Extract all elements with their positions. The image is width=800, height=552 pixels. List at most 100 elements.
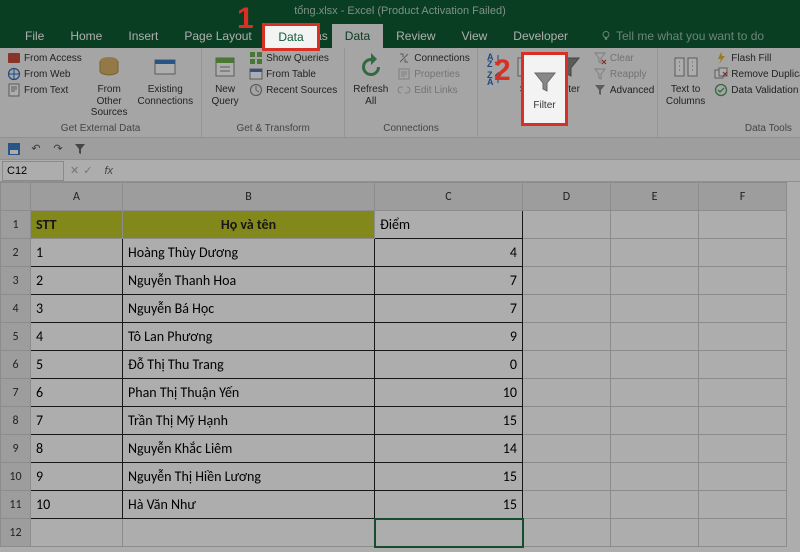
- row-header[interactable]: 2: [1, 239, 31, 267]
- cell[interactable]: Họ và tên: [123, 211, 375, 239]
- cell[interactable]: [611, 463, 699, 491]
- tab-review[interactable]: Review: [383, 24, 448, 48]
- cell[interactable]: Tô Lan Phương: [123, 323, 375, 351]
- tab-view[interactable]: View: [449, 24, 501, 48]
- redo-icon[interactable]: ↷: [50, 141, 66, 157]
- cell[interactable]: [699, 435, 787, 463]
- cell[interactable]: [523, 351, 611, 379]
- row-header[interactable]: 4: [1, 295, 31, 323]
- undo-icon[interactable]: ↶: [28, 141, 44, 157]
- cell[interactable]: 15: [375, 491, 523, 519]
- tab-page-layout[interactable]: Page Layout: [171, 24, 264, 48]
- reapply-button[interactable]: Reapply: [590, 66, 657, 82]
- name-box[interactable]: C12: [2, 161, 64, 181]
- col-header-d[interactable]: D: [523, 183, 611, 211]
- cell[interactable]: STT: [31, 211, 123, 239]
- cell[interactable]: 9: [375, 323, 523, 351]
- cell[interactable]: 7: [31, 407, 123, 435]
- cell[interactable]: [699, 239, 787, 267]
- existing-connections-button[interactable]: Existing Connections: [133, 50, 197, 109]
- cell[interactable]: [699, 407, 787, 435]
- cell[interactable]: 7: [375, 267, 523, 295]
- cell[interactable]: [31, 519, 123, 547]
- cell[interactable]: 15: [375, 463, 523, 491]
- cell[interactable]: [523, 211, 611, 239]
- cell[interactable]: Điểm: [375, 211, 523, 239]
- tab-developer[interactable]: Developer: [500, 24, 581, 48]
- row-header[interactable]: 12: [1, 519, 31, 547]
- col-header-a[interactable]: A: [31, 183, 123, 211]
- recent-sources-button[interactable]: Recent Sources: [246, 82, 340, 98]
- cell[interactable]: Trần Thị Mỹ Hạnh: [123, 407, 375, 435]
- spreadsheet-grid[interactable]: A B C D E F 1 STT Họ và tên Điểm 21Hoàng…: [0, 182, 800, 552]
- cancel-formula-icon[interactable]: ✕: [70, 164, 79, 177]
- cell[interactable]: 10: [375, 379, 523, 407]
- cell[interactable]: [523, 267, 611, 295]
- from-other-sources-button[interactable]: From Other Sources: [87, 50, 132, 121]
- cell[interactable]: [699, 519, 787, 547]
- select-all-corner[interactable]: [1, 183, 31, 211]
- cell[interactable]: [523, 463, 611, 491]
- cell[interactable]: [523, 519, 611, 547]
- connections-button[interactable]: Connections: [394, 50, 473, 66]
- cell[interactable]: Phan Thị Thuận Yến: [123, 379, 375, 407]
- cell[interactable]: [699, 295, 787, 323]
- text-to-columns-button[interactable]: Text to Columns: [662, 50, 709, 109]
- row-header[interactable]: 1: [1, 211, 31, 239]
- cell[interactable]: 14: [375, 435, 523, 463]
- from-access-button[interactable]: From Access: [4, 50, 85, 66]
- sort-az-button[interactable]: AZ: [484, 52, 506, 68]
- clear-button[interactable]: Clear: [590, 50, 657, 66]
- cell[interactable]: 4: [375, 239, 523, 267]
- cell[interactable]: [611, 323, 699, 351]
- cell[interactable]: [699, 211, 787, 239]
- cell[interactable]: [699, 267, 787, 295]
- cell[interactable]: Đỗ Thị Thu Trang: [123, 351, 375, 379]
- tab-data-highlighted[interactable]: Data: [265, 26, 317, 48]
- properties-button[interactable]: Properties: [394, 66, 473, 82]
- cell[interactable]: [611, 435, 699, 463]
- row-header[interactable]: 5: [1, 323, 31, 351]
- cell[interactable]: Nguyễn Thanh Hoa: [123, 267, 375, 295]
- col-header-f[interactable]: F: [699, 183, 787, 211]
- cell[interactable]: [611, 407, 699, 435]
- remove-duplicates-button[interactable]: Remove Duplicates: [711, 66, 800, 82]
- filter-button-highlighted[interactable]: Filter: [524, 55, 565, 123]
- cell[interactable]: 1: [31, 239, 123, 267]
- cell[interactable]: [611, 351, 699, 379]
- advanced-button[interactable]: Advanced: [590, 82, 657, 98]
- cell[interactable]: [523, 407, 611, 435]
- cell[interactable]: Hà Văn Như: [123, 491, 375, 519]
- row-header[interactable]: 6: [1, 351, 31, 379]
- cell[interactable]: [699, 379, 787, 407]
- cell[interactable]: 10: [31, 491, 123, 519]
- cell[interactable]: [611, 491, 699, 519]
- cell[interactable]: 7: [375, 295, 523, 323]
- row-header[interactable]: 11: [1, 491, 31, 519]
- cell[interactable]: 3: [31, 295, 123, 323]
- row-header[interactable]: 10: [1, 463, 31, 491]
- new-query-button[interactable]: New Query: [206, 50, 244, 109]
- col-header-b[interactable]: B: [123, 183, 375, 211]
- cell[interactable]: 8: [31, 435, 123, 463]
- cell[interactable]: Nguyễn Bá Học: [123, 295, 375, 323]
- cell[interactable]: Hoàng Thùy Dương: [123, 239, 375, 267]
- sort-za-button[interactable]: ZA: [484, 70, 506, 86]
- cell[interactable]: [523, 295, 611, 323]
- cell[interactable]: 5: [31, 351, 123, 379]
- row-header[interactable]: 8: [1, 407, 31, 435]
- from-text-button[interactable]: From Text: [4, 82, 85, 98]
- tab-tellme[interactable]: Tell me what you want to do: [587, 24, 777, 48]
- formula-bar[interactable]: [119, 161, 800, 181]
- cell[interactable]: [699, 323, 787, 351]
- cell[interactable]: Nguyễn Thị Hiền Lương: [123, 463, 375, 491]
- cell[interactable]: [123, 519, 375, 547]
- data-validation-button[interactable]: Data Validation: [711, 82, 800, 98]
- cell[interactable]: [699, 491, 787, 519]
- enter-formula-icon[interactable]: ✓: [83, 164, 92, 177]
- row-header[interactable]: 9: [1, 435, 31, 463]
- cell[interactable]: 6: [31, 379, 123, 407]
- cell[interactable]: [523, 379, 611, 407]
- cell[interactable]: [611, 379, 699, 407]
- tab-insert[interactable]: Insert: [115, 24, 171, 48]
